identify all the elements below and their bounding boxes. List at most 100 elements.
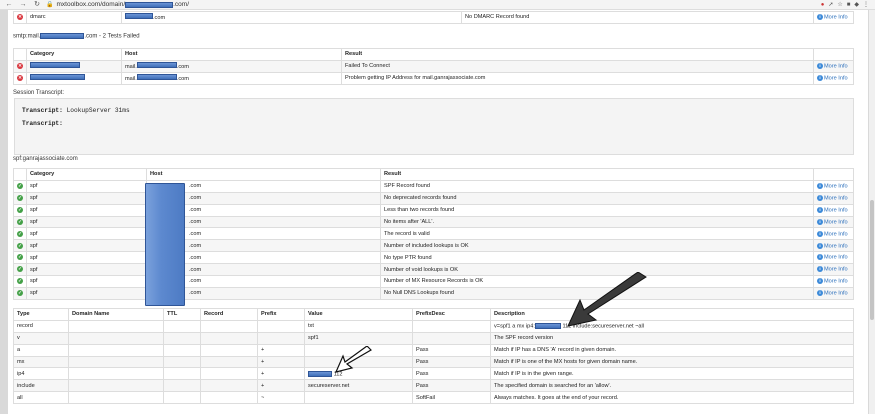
star-icon[interactable]: ☆ [837, 1, 842, 8]
domain-cell [68, 355, 164, 369]
result-cell: Failed To Connect [341, 59, 814, 73]
extension-icon[interactable]: ● [821, 2, 825, 8]
info-icon: i [817, 183, 823, 190]
more-info-link[interactable]: i More Info [813, 203, 854, 217]
prefix-cell: + [257, 379, 305, 393]
info-icon: i [817, 63, 823, 70]
smtp-heading: smtp:mail. .com - 2 Tests Failed [13, 33, 140, 40]
scrollbar[interactable] [869, 10, 875, 414]
column-header: Result [341, 48, 814, 61]
description-cell: The SPF record version [490, 331, 854, 345]
more-info-link[interactable]: i More Info [813, 191, 854, 205]
prefixdesc-cell [412, 319, 491, 333]
type-cell: mx [13, 355, 69, 369]
more-info-link[interactable]: i More Info [813, 179, 854, 193]
url-suffix: .com/ [173, 1, 190, 8]
ttl-cell [163, 331, 201, 345]
check-circle-icon: ✓ [17, 218, 23, 225]
prefix-cell: + [257, 343, 305, 357]
forward-arrow-icon[interactable]: → [18, 0, 28, 10]
domain-cell [68, 331, 164, 345]
result-cell: Number of included lookups is OK [380, 239, 814, 253]
record-cell [200, 379, 258, 393]
redaction-box [145, 183, 185, 306]
spf-table: Category Host Result ✓ spf .com SPF Record … [13, 168, 854, 300]
value-cell [304, 391, 413, 405]
more-info-link[interactable]: i More Info [813, 263, 854, 277]
x-circle-icon: ✕ [17, 74, 23, 81]
more-info-link[interactable]: i More Info [813, 11, 854, 24]
share-icon[interactable]: ➚ [828, 1, 833, 8]
host-cell: mail. .com [121, 71, 342, 85]
table-header: Category Host Result [13, 48, 854, 61]
prefixdesc-cell: Pass [412, 355, 491, 369]
column-header: Description [490, 308, 854, 321]
table-header: Type Domain Name TTL Record Prefix Value… [13, 308, 854, 321]
transcript-box: Transcript: LookupServer 31ms Transcript… [14, 98, 854, 155]
check-circle-icon: ✓ [17, 290, 23, 297]
domain-cell [68, 367, 164, 381]
prefixdesc-cell: SoftFail [412, 391, 491, 405]
more-info-link[interactable]: i More Info [813, 251, 854, 265]
info-icon: i [817, 290, 823, 297]
more-info-link[interactable]: i More Info [813, 275, 854, 288]
reload-icon[interactable]: ↻ [32, 0, 42, 10]
more-info-link[interactable]: i More Info [813, 239, 854, 253]
x-circle-icon: ✕ [17, 63, 23, 70]
spf-records-table: Type Domain Name TTL Record Prefix Value… [13, 308, 854, 405]
table-row: ✓ spf .com The record is valid i More Info [13, 227, 854, 241]
scrollbar-thumb[interactable] [870, 200, 874, 320]
table-row: ✓ spf .com SPF Record found i More Info [13, 179, 854, 193]
info-icon: i [817, 242, 823, 249]
redaction-box [136, 74, 177, 81]
more-info-link[interactable]: i More Info [813, 59, 854, 73]
column-header: PrefixDesc [412, 308, 491, 321]
column-header: Value [304, 308, 413, 321]
host-cell: mail. .com [121, 59, 342, 73]
browser-toolbar: ← → ↻ 🔒 mxtoolbox.com/domain/ .com/ ● ➚ … [0, 0, 875, 10]
prefix-cell [257, 319, 305, 333]
type-cell: record [13, 319, 69, 333]
column-header: Prefix [257, 308, 305, 321]
table-row: record txt v=spf1 a mx ip4: 112 include:se… [13, 319, 854, 333]
record-cell [200, 391, 258, 405]
result-cell: Less than two records found [380, 203, 814, 217]
back-arrow-icon[interactable]: ← [4, 0, 14, 10]
domain-cell [68, 391, 164, 405]
info-icon: i [817, 278, 823, 285]
check-circle-icon: ✓ [17, 183, 23, 190]
info-icon: i [817, 74, 823, 81]
page-content: ✕ dmarc .com No DMARC Record found i More… [8, 10, 868, 414]
table-row: ✓ spf .com No items after 'ALL'. i More Info [13, 215, 854, 229]
result-cell: The record is valid [380, 227, 814, 241]
column-header: Type [13, 308, 69, 321]
lock-icon[interactable]: 🔒 [46, 1, 53, 8]
menu-icon[interactable]: ⋮ [863, 1, 869, 8]
check-circle-icon: ✓ [17, 206, 23, 213]
table-header: Category Host Result [13, 168, 854, 181]
table-row: a + Pass Match if IP has a DNS 'A' record i… [13, 343, 854, 357]
column-header: TTL [163, 308, 201, 321]
result-cell: No type PTR found [380, 251, 814, 265]
ttl-cell [163, 355, 201, 369]
category-cell: spf [26, 191, 147, 205]
more-info-link[interactable]: i More Info [813, 286, 854, 300]
more-info-link[interactable]: i More Info [813, 227, 854, 241]
redaction-box [308, 370, 332, 377]
column-header: Record [200, 308, 258, 321]
column-header: Host [146, 168, 381, 181]
more-info-link[interactable]: i More Info [813, 215, 854, 229]
description-cell: Match if IP is in the given range. [490, 367, 854, 381]
host-cell: .com [121, 11, 462, 24]
address-bar[interactable]: mxtoolbox.com/domain/ .com/ [56, 1, 189, 8]
value-cell: txt [304, 319, 413, 333]
redaction-box [534, 323, 561, 330]
info-icon: i [817, 254, 823, 261]
extension-icon[interactable]: ■ [847, 2, 851, 8]
transcript-label: Session Transcript: [13, 90, 65, 96]
type-cell: ip4 [13, 367, 69, 381]
more-info-link[interactable]: i More Info [813, 71, 854, 85]
column-header: Category [26, 168, 147, 181]
puzzle-icon[interactable]: ◆ [854, 1, 859, 8]
result-cell: SPF Record found [380, 179, 814, 193]
